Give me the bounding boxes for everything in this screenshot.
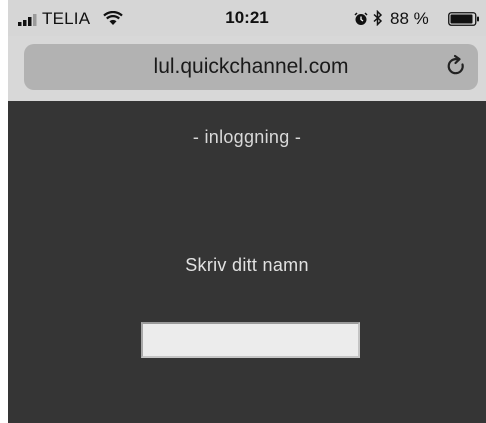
battery-icon [448,12,479,26]
url-text[interactable]: lul.quickchannel.com [24,55,478,79]
name-prompt-label: Skriv ditt namn [185,255,309,275]
phone-screen: TELIA 10:21 88 % lul.quickchannel.com - … [8,0,486,423]
name-input[interactable] [141,322,360,358]
login-subtitle: - inloggning - [192,127,302,147]
alarm-icon [354,12,368,25]
bluetooth-icon [373,10,383,26]
battery-percentage: 88 % [390,9,429,28]
reload-icon[interactable] [444,54,468,78]
status-bar: TELIA 10:21 88 % [8,0,486,36]
address-bar[interactable]: lul.quickchannel.com [24,44,478,90]
page-content: - inloggning - Skriv ditt namn [8,101,486,423]
